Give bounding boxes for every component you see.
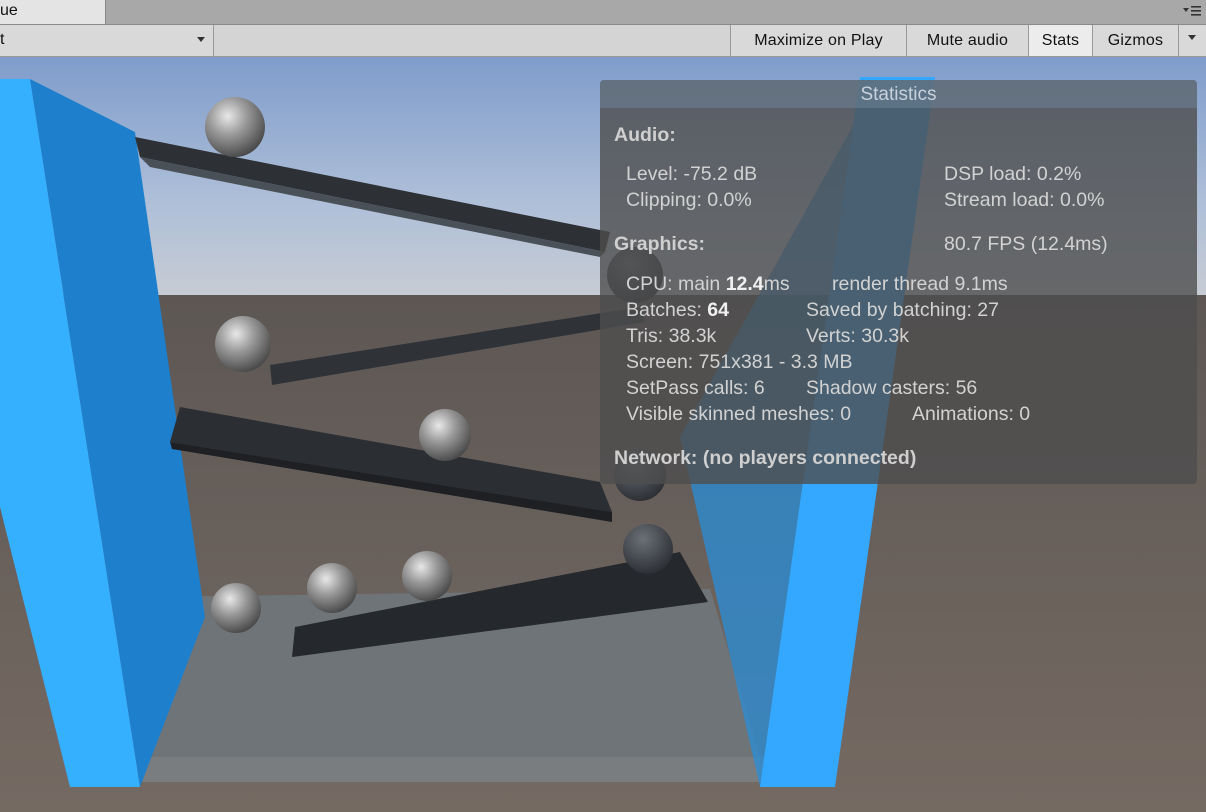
ball	[402, 551, 452, 601]
ball	[419, 409, 471, 461]
tab-strip: ue	[0, 0, 1206, 25]
panel-menu-icon[interactable]	[1182, 4, 1202, 18]
render-thread: render thread 9.1ms	[832, 273, 1008, 295]
stream-load: Stream load: 0.0%	[944, 189, 1105, 211]
audio-heading: Audio:	[614, 124, 676, 146]
ball	[215, 316, 271, 372]
gizmos-button[interactable]: Gizmos	[1092, 25, 1178, 56]
visible-skinned-meshes: Visible skinned meshes: 0	[626, 403, 852, 425]
graphics-heading: Graphics:	[614, 233, 706, 255]
network-status: Network: (no players connected)	[614, 447, 917, 469]
batches: Batches: 64	[626, 299, 729, 321]
game-view-toolbar: t Maximize on Play Mute audio Stats Gizm…	[0, 25, 1206, 57]
maximize-on-play-button[interactable]: Maximize on Play	[730, 25, 906, 56]
shadow-casters: Shadow casters: 56	[806, 377, 978, 399]
chevron-down-icon	[1188, 35, 1196, 40]
gizmos-dropdown[interactable]	[1178, 25, 1206, 56]
cpu-main-unit: ms	[763, 273, 790, 295]
aspect-ratio-value: t	[0, 31, 5, 48]
setpass-calls: SetPass calls: 6	[626, 377, 765, 399]
fps-readout: 80.7 FPS (12.4ms)	[944, 233, 1108, 255]
audio-level: Level: -75.2 dB	[626, 163, 758, 185]
statistics-panel: Statistics Audio: Level: -75.2 dB DSP lo…	[600, 80, 1197, 484]
dsp-load: DSP load: 0.2%	[944, 163, 1082, 185]
screen-info: Screen: 751x381 - 3.3 MB	[626, 351, 853, 373]
mute-audio-button[interactable]: Mute audio	[906, 25, 1028, 56]
saved-by-batching: Saved by batching: 27	[806, 299, 999, 321]
cpu-main: CPU: main 12.4ms	[626, 273, 790, 295]
tris: Tris: 38.3k	[626, 325, 717, 347]
stats-button[interactable]: Stats	[1028, 25, 1092, 56]
statistics-title: Statistics	[600, 80, 1197, 108]
cpu-main-label: CPU: main	[626, 273, 726, 295]
batches-label: Batches:	[626, 299, 708, 321]
verts: Verts: 30.3k	[806, 325, 909, 347]
ball	[205, 97, 265, 157]
cpu-main-value: 12.4	[725, 273, 764, 295]
tab-game[interactable]: ue	[0, 0, 106, 24]
ball	[211, 583, 261, 633]
audio-clipping: Clipping: 0.0%	[626, 189, 752, 211]
chevron-down-icon	[197, 37, 205, 42]
ball	[307, 563, 357, 613]
animations: Animations: 0	[912, 403, 1031, 425]
tab-label: ue	[0, 2, 18, 19]
aspect-ratio-dropdown[interactable]: t	[0, 25, 214, 56]
batches-value: 64	[707, 299, 729, 321]
ball	[623, 524, 673, 574]
